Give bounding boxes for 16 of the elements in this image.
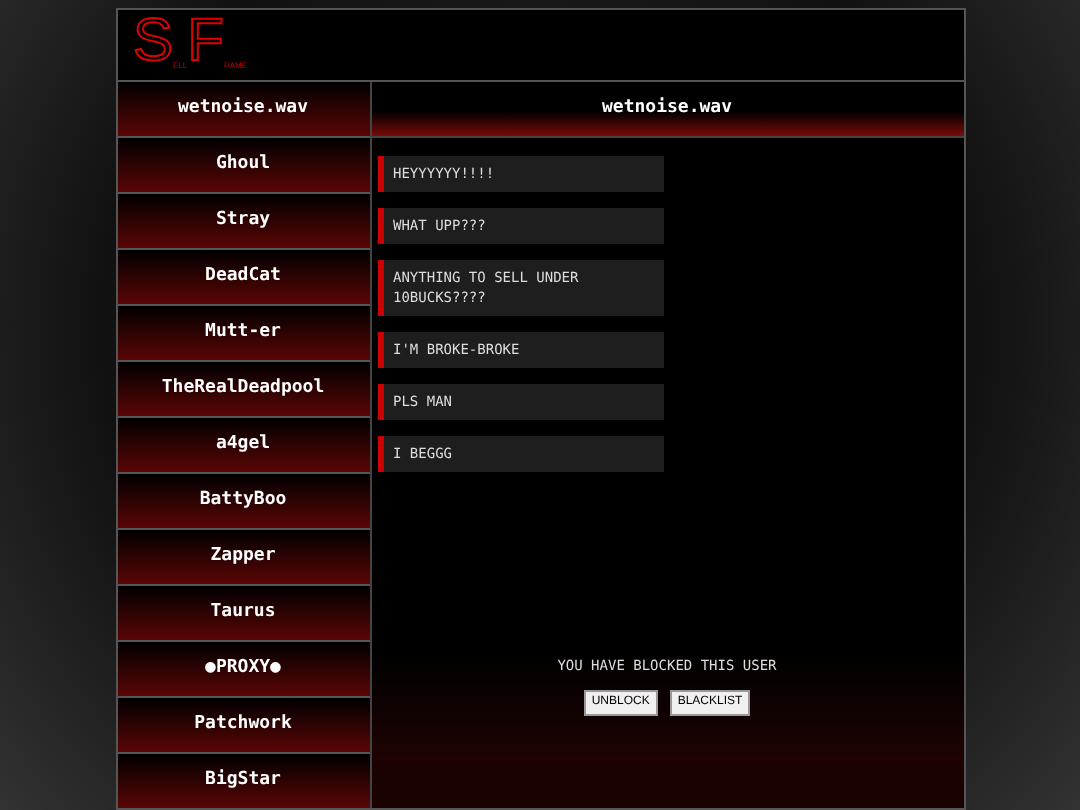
- contact-item[interactable]: Taurus: [117, 586, 369, 642]
- logo-letter: S: [133, 12, 174, 72]
- contact-item[interactable]: Mutt-er: [117, 306, 369, 362]
- contact-item[interactable]: BattyBoo: [117, 474, 369, 530]
- contact-item[interactable]: Ghoul: [117, 138, 369, 194]
- contact-item[interactable]: Stray: [117, 194, 369, 250]
- contact-item[interactable]: ●PROXY●: [117, 642, 369, 698]
- contact-item[interactable]: DeadCat: [117, 250, 369, 306]
- contact-item[interactable]: Zapper: [117, 530, 369, 586]
- contact-item[interactable]: BigStar: [117, 754, 369, 810]
- contact-item[interactable]: wetnoise.wav: [117, 82, 369, 138]
- contact-item[interactable]: Patchwork: [117, 698, 369, 754]
- contact-item[interactable]: TheRealDeadpool: [117, 362, 369, 418]
- contact-item[interactable]: a4gel: [117, 418, 369, 474]
- chat-title: wetnoise.wav: [601, 95, 733, 122]
- logo-letter: F: [187, 12, 224, 72]
